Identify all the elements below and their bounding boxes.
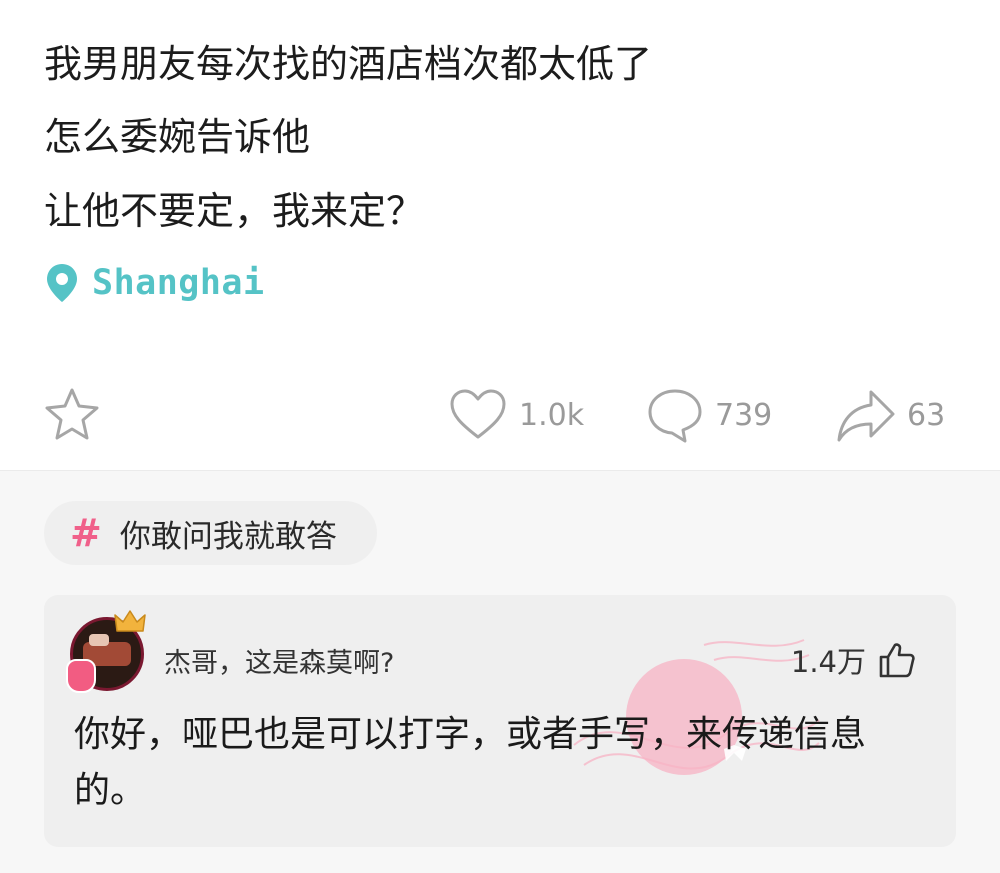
- thumbs-up-icon: [879, 643, 915, 678]
- post-text-line-2: 怎么委婉告诉他: [44, 115, 311, 159]
- comment-username[interactable]: 杰哥，这是森莫啊?: [164, 641, 394, 680]
- topic-tag[interactable]: # 你敢问我就敢答: [44, 501, 377, 565]
- favorite-button[interactable]: [40, 380, 104, 450]
- avatar-badge-icon: [66, 659, 96, 693]
- location-tag[interactable]: Shanghai: [44, 262, 265, 304]
- topic-label: 你敢问我就敢答: [119, 518, 337, 555]
- like-count: 1.0k: [519, 397, 585, 433]
- star-icon: [45, 388, 99, 440]
- comment-button[interactable]: 739: [645, 380, 772, 450]
- like-button[interactable]: 1.0k: [447, 380, 584, 450]
- share-arrow-icon: [837, 390, 895, 442]
- map-pin-icon: [47, 264, 77, 302]
- location-label: Shanghai: [92, 263, 265, 303]
- comment-bubble-icon: [648, 389, 702, 443]
- top-comment-card[interactable]: 杰哥，这是森莫啊? 1.4万 你好，哑巴也是可以打字，或者手写，来传递信息的。: [44, 595, 956, 847]
- post-card: 我男朋友每次找的酒店档次都太低了 怎么委婉告诉他 让他不要定，我来定？ Shan…: [0, 0, 1000, 471]
- post-text-line-3: 让他不要定，我来定？: [44, 189, 425, 233]
- avatar[interactable]: [66, 609, 178, 699]
- comment-like-button[interactable]: 1.4万: [791, 639, 916, 681]
- share-count: 63: [907, 397, 946, 433]
- hashtag-icon: #: [70, 511, 102, 555]
- heart-icon: [450, 389, 506, 439]
- comment-count: 739: [715, 397, 773, 433]
- crown-icon: [114, 610, 146, 632]
- comment-text: 你好，哑巴也是可以打字，或者手写，来传递信息的。: [74, 714, 867, 811]
- share-button[interactable]: 63: [835, 380, 945, 450]
- post-text-line-1: 我男朋友每次找的酒店档次都太低了: [44, 42, 653, 86]
- comment-like-count: 1.4万: [790, 645, 866, 679]
- post-actions: 1.0k 739 63: [0, 380, 1000, 450]
